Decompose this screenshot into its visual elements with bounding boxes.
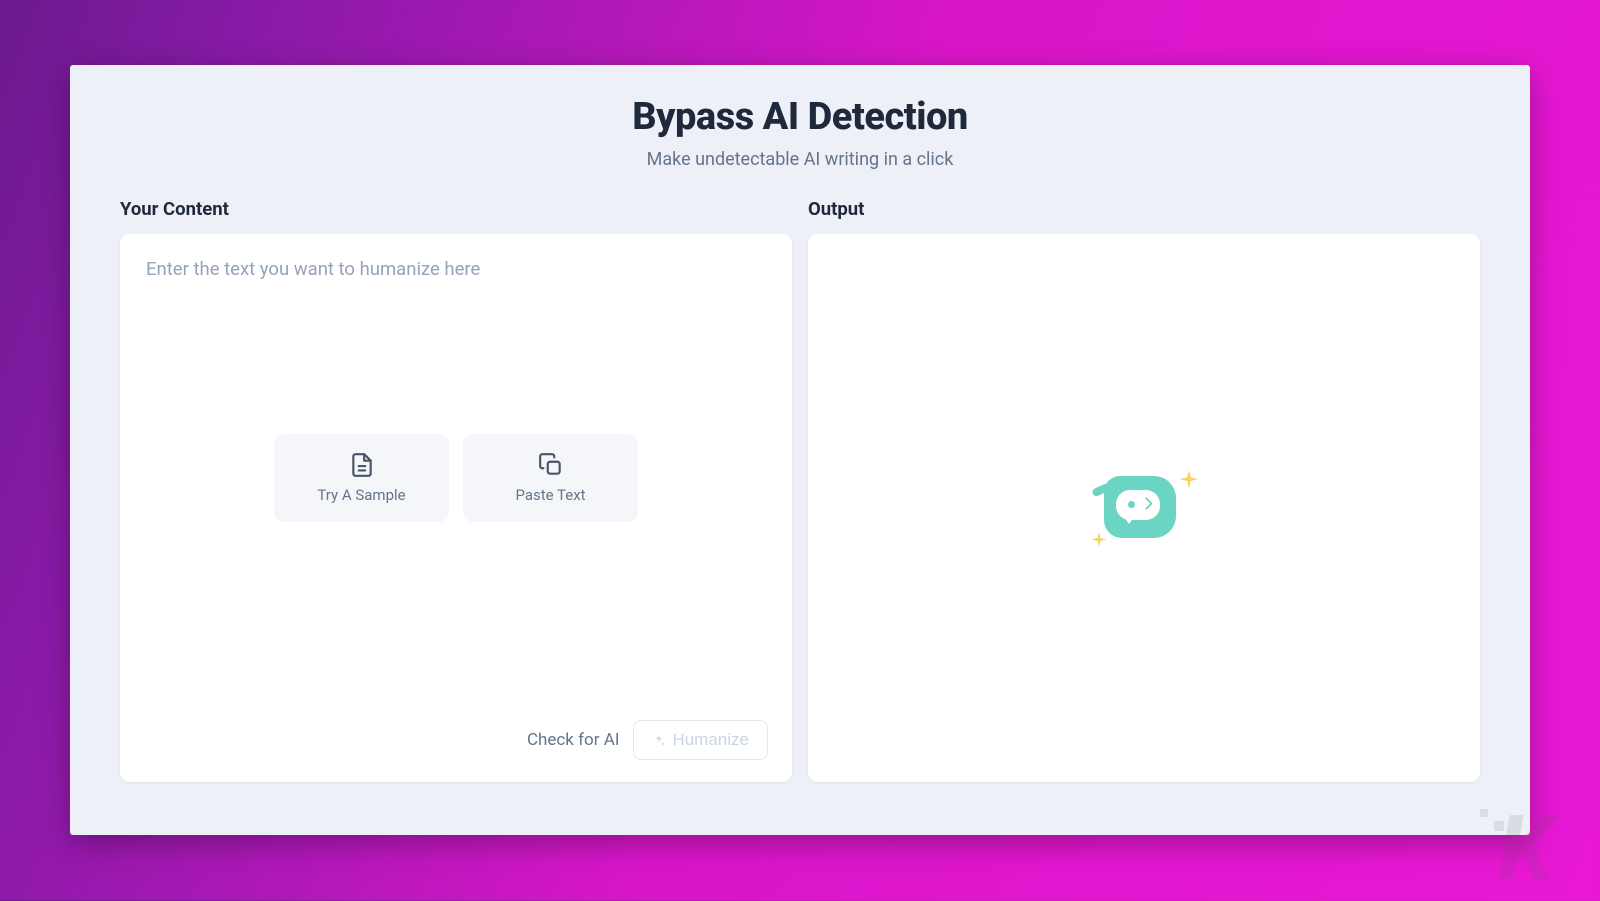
- page-subtitle: Make undetectable AI writing in a click: [120, 149, 1480, 170]
- input-placeholder: Enter the text you want to humanize here: [146, 258, 766, 280]
- humanize-button[interactable]: Humanize: [633, 720, 768, 760]
- input-panel[interactable]: Enter the text you want to humanize here…: [120, 234, 792, 782]
- output-column-label: Output: [808, 198, 1480, 220]
- check-for-ai-button[interactable]: Check for AI: [527, 730, 619, 750]
- bottom-actions: Check for AI Humanize: [527, 720, 768, 760]
- header: Bypass AI Detection Make undetectable AI…: [120, 95, 1480, 170]
- try-sample-label: Try A Sample: [317, 486, 405, 504]
- input-column: Your Content Enter the text you want to …: [120, 198, 792, 782]
- copy-icon: [538, 452, 564, 478]
- mascot-icon: [1094, 468, 1194, 548]
- page-title: Bypass AI Detection: [120, 95, 1480, 139]
- app-window: Bypass AI Detection Make undetectable AI…: [70, 65, 1530, 835]
- try-sample-button[interactable]: Try A Sample: [274, 434, 449, 522]
- input-column-label: Your Content: [120, 198, 792, 220]
- main-columns: Your Content Enter the text you want to …: [120, 198, 1480, 782]
- paste-text-button[interactable]: Paste Text: [463, 434, 638, 522]
- sparkle-icon: [652, 733, 666, 747]
- sparkle-icon: [1178, 470, 1200, 492]
- output-column: Output: [808, 198, 1480, 782]
- sparkle-icon: [1090, 532, 1108, 550]
- paste-text-label: Paste Text: [515, 486, 585, 504]
- document-icon: [349, 452, 375, 478]
- output-panel: [808, 234, 1480, 782]
- humanize-label: Humanize: [672, 730, 749, 750]
- action-tiles: Try A Sample Paste Text: [274, 434, 638, 522]
